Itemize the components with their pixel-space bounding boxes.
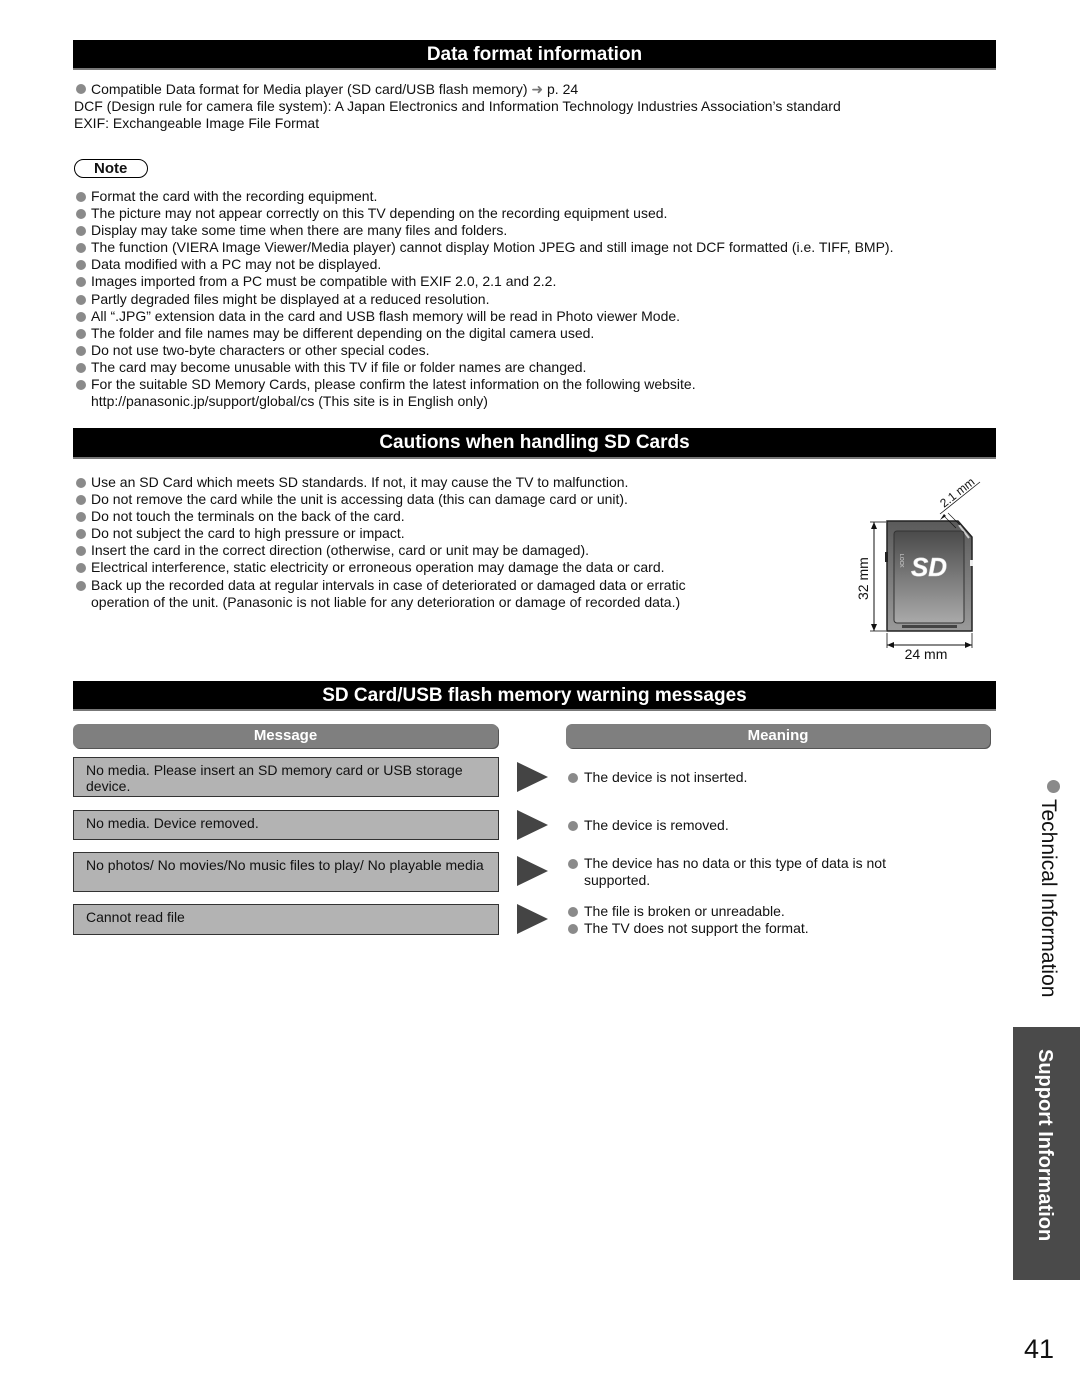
caution-item: Do not touch the terminals on the back o… xyxy=(76,508,686,525)
note-item: Do not use two-byte characters or other … xyxy=(76,342,893,359)
section-title-cautions: Cautions when handling SD Cards xyxy=(73,428,996,459)
bullet-icon xyxy=(76,512,86,523)
bullet-icon xyxy=(76,277,86,288)
compatible-format-line: Compatible Data format for Media player … xyxy=(76,81,578,98)
thickness-label: 2.1 mm xyxy=(937,475,977,511)
arrow-right-icon xyxy=(517,904,548,934)
note-item: The folder and file names may be differe… xyxy=(76,325,893,342)
side-tab-technical-information[interactable]: Technical Information xyxy=(1036,780,1061,998)
arrow-right-icon xyxy=(517,856,548,886)
warning-meaning: The device is removed. xyxy=(568,817,958,834)
note-item: Format the card with the recording equip… xyxy=(76,188,893,205)
note-label: Note xyxy=(74,159,148,178)
note-item: Display may take some time when there ar… xyxy=(76,222,893,239)
bullet-icon xyxy=(76,226,86,237)
bullet-icon xyxy=(568,821,578,831)
warning-message-box: Cannot read file xyxy=(73,904,499,935)
bullet-icon xyxy=(568,907,578,917)
compatible-format-text: Compatible Data format for Media player … xyxy=(91,81,528,97)
note-item: The function (VIERA Image Viewer/Media p… xyxy=(76,239,893,256)
bullet-icon xyxy=(568,773,578,783)
bullet-icon xyxy=(76,209,86,220)
bullet-icon xyxy=(76,362,86,373)
caution-item: Insert the card in the correct direction… xyxy=(76,542,686,559)
caution-item-continuation: operation of the unit. (Panasonic is not… xyxy=(91,593,681,610)
bullet-icon xyxy=(76,294,86,305)
height-label: 32 mm xyxy=(855,557,871,600)
note-item: Partly degraded files might be displayed… xyxy=(76,291,893,308)
caution-item: Electrical interference, static electric… xyxy=(76,559,686,576)
note-item: The picture may not appear correctly on … xyxy=(76,205,893,222)
sd-card-illustration: SD LOCK 32 mm 24 mm 2.1 mm xyxy=(855,475,981,662)
page-reference-link[interactable]: p. 24 xyxy=(547,81,578,97)
dcf-definition: DCF (Design rule for camera file system)… xyxy=(74,98,841,114)
bullet-icon xyxy=(76,260,86,271)
note-item: For the suitable SD Memory Cards, please… xyxy=(76,376,893,393)
website-link[interactable]: http://panasonic.jp/support/global/cs (T… xyxy=(76,393,893,410)
lock-label: LOCK xyxy=(898,554,904,568)
caution-item: Do not remove the card while the unit is… xyxy=(76,491,686,508)
note-list: Format the card with the recording equip… xyxy=(76,188,893,410)
page-number: 41 xyxy=(1024,1334,1055,1364)
note-item: Data modified with a PC may not be displ… xyxy=(76,256,893,273)
caution-item: Do not subject the card to high pressure… xyxy=(76,525,686,542)
arrow-right-icon: ➜ xyxy=(531,81,544,97)
bullet-icon xyxy=(76,563,86,574)
note-item: Images imported from a PC must be compat… xyxy=(76,273,893,290)
warning-message-box: No media. Device removed. xyxy=(73,810,499,840)
arrow-right-icon xyxy=(517,810,548,840)
side-tab-support-label: Support Information xyxy=(1034,1049,1056,1242)
warning-meaning: The device is not inserted. xyxy=(568,769,958,786)
cautions-list: Use an SD Card which meets SD standards.… xyxy=(76,474,686,611)
warning-message-box: No photos/ No movies/No music files to p… xyxy=(73,852,499,892)
bullet-icon xyxy=(568,859,578,869)
bullet-icon xyxy=(76,546,86,557)
caution-item: Back up the recorded data at regular int… xyxy=(76,577,686,594)
bullet-icon xyxy=(76,328,86,339)
bullet-icon xyxy=(76,580,86,591)
bullet-icon xyxy=(76,192,86,202)
column-header-message: Message xyxy=(73,724,498,748)
bullet-icon xyxy=(76,529,86,540)
warning-meaning: The file is broken or unreadable. The TV… xyxy=(568,903,958,937)
caution-item: Use an SD Card which meets SD standards.… xyxy=(76,474,686,491)
bullet-icon xyxy=(76,345,86,356)
side-tab-support-information[interactable]: Support Information xyxy=(1013,1027,1080,1280)
note-item: The card may become unusable with this T… xyxy=(76,359,893,376)
bullet-icon xyxy=(568,924,578,934)
bullet-icon xyxy=(76,311,86,322)
sd-card-diagram: SD LOCK 32 mm 24 mm 2.1 mm xyxy=(840,470,1000,665)
section-title-data-format: Data format information xyxy=(73,40,996,70)
warning-message-box: No media. Please insert an SD memory car… xyxy=(73,757,499,797)
sd-logo: SD xyxy=(911,552,947,582)
bullet-icon xyxy=(1047,780,1061,793)
column-header-meaning: Meaning xyxy=(566,724,990,748)
bullet-icon xyxy=(76,243,86,254)
width-label: 24 mm xyxy=(905,646,948,662)
exif-definition: EXIF: Exchangeable Image File Format xyxy=(74,115,320,131)
bullet-icon xyxy=(76,495,86,506)
side-tab-technical-label: Technical Information xyxy=(1037,799,1060,998)
bullet-icon xyxy=(76,84,86,94)
note-item: All “.JPG” extension data in the card an… xyxy=(76,308,893,325)
arrow-right-icon xyxy=(517,762,548,792)
warning-meaning: The device has no data or this type of d… xyxy=(568,855,948,889)
bullet-icon xyxy=(76,380,86,391)
section-title-warnings: SD Card/USB flash memory warning message… xyxy=(73,681,996,711)
bullet-icon xyxy=(76,478,86,488)
